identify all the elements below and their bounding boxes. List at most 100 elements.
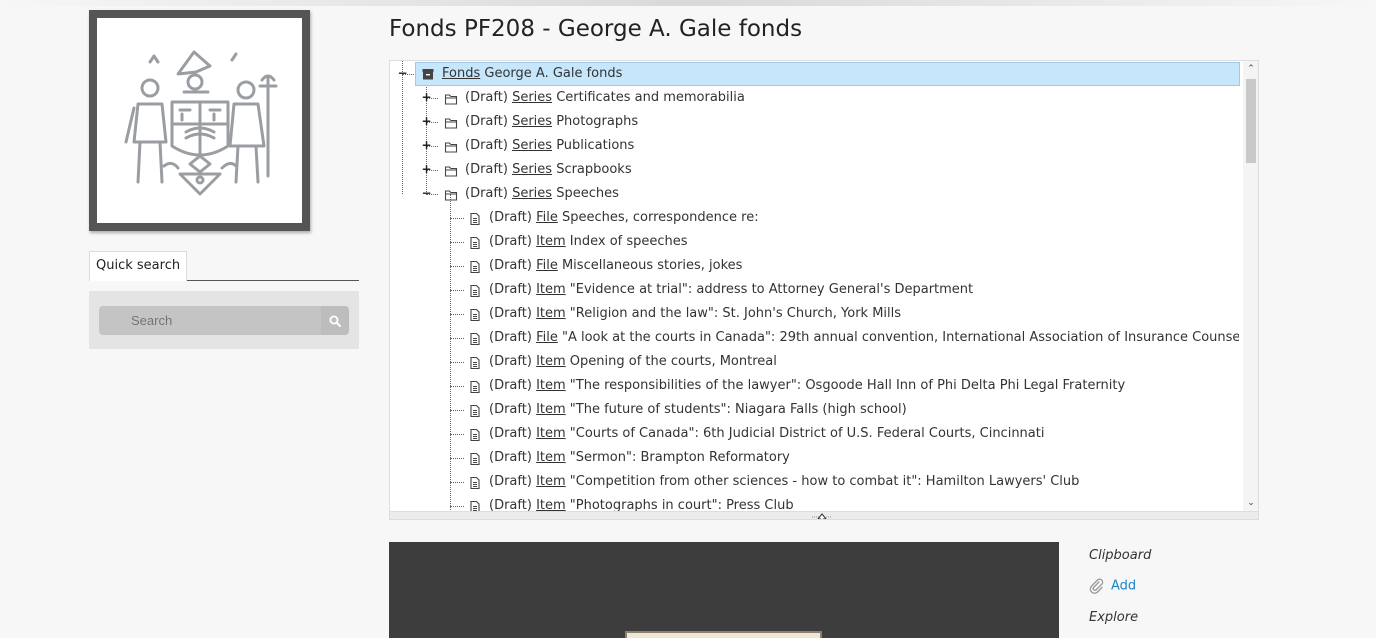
node-status: (Draft) bbox=[489, 330, 532, 345]
node-level-link[interactable]: Item bbox=[536, 426, 566, 441]
tree-node-item[interactable]: (Draft) Item "Evidence at trial": addres… bbox=[489, 278, 973, 302]
institution-logo[interactable] bbox=[89, 10, 310, 231]
node-status: (Draft) bbox=[465, 186, 508, 201]
document-icon bbox=[468, 475, 482, 490]
node-title[interactable]: Miscellaneous stories, jokes bbox=[562, 258, 743, 273]
search-button[interactable] bbox=[321, 306, 349, 335]
tree-node-series[interactable]: (Draft) Series Photographs bbox=[465, 110, 638, 134]
document-icon bbox=[468, 403, 482, 418]
node-level-link[interactable]: Item bbox=[536, 306, 566, 321]
collapse-toggle-icon[interactable]: − bbox=[421, 187, 432, 199]
node-level-link[interactable]: File bbox=[536, 210, 558, 225]
expand-toggle-icon[interactable]: + bbox=[421, 115, 432, 127]
node-title[interactable]: "The future of students": Niagara Falls … bbox=[570, 402, 907, 417]
node-level-link[interactable]: Item bbox=[536, 378, 566, 393]
node-title[interactable]: "Sermon": Brampton Reformatory bbox=[570, 450, 790, 465]
node-level-link[interactable]: Series bbox=[512, 138, 552, 153]
node-level-link[interactable]: Series bbox=[512, 114, 552, 129]
folder-icon bbox=[444, 187, 458, 201]
expand-toggle-icon[interactable]: + bbox=[421, 139, 432, 151]
node-status: (Draft) bbox=[489, 210, 532, 225]
node-status: (Draft) bbox=[489, 282, 532, 297]
tree-connector bbox=[450, 242, 464, 243]
scroll-down-icon[interactable]: ⌄ bbox=[1245, 497, 1257, 509]
tree-node-item[interactable]: (Draft) Item "Competition from other sci… bbox=[489, 470, 1079, 494]
node-title[interactable]: Opening of the courts, Montreal bbox=[570, 354, 777, 369]
node-title[interactable]: Publications bbox=[556, 138, 634, 153]
node-title[interactable]: Scrapbooks bbox=[556, 162, 631, 177]
resize-handle-icon[interactable] bbox=[811, 513, 833, 519]
node-title[interactable]: Speeches, correspondence re: bbox=[562, 210, 759, 225]
node-title[interactable]: "Competition from other sciences - how t… bbox=[570, 474, 1080, 489]
clipboard-add-label[interactable]: Add bbox=[1111, 579, 1136, 594]
expand-toggle-icon[interactable]: + bbox=[421, 163, 432, 175]
node-title[interactable]: George A. Gale fonds bbox=[484, 66, 622, 81]
search-input[interactable] bbox=[99, 306, 321, 335]
node-title[interactable]: "A look at the courts in Canada": 29th a… bbox=[562, 330, 1239, 345]
digital-object-viewer[interactable] bbox=[389, 542, 1059, 638]
node-level-link[interactable]: Item bbox=[536, 450, 566, 465]
node-title[interactable]: "Evidence at trial": address to Attorney… bbox=[570, 282, 973, 297]
node-level-link[interactable]: Fonds bbox=[442, 66, 480, 81]
tree-node-item[interactable]: (Draft) Item "Photographs in court": Pre… bbox=[489, 494, 794, 511]
tab-quick-search[interactable]: Quick search bbox=[89, 251, 188, 281]
folder-icon bbox=[444, 115, 458, 129]
document-icon bbox=[468, 235, 482, 250]
tree-node-item[interactable]: (Draft) Item "The responsibilities of th… bbox=[489, 374, 1125, 398]
tree-node-item[interactable]: (Draft) Item "Religion and the law": St.… bbox=[489, 302, 901, 326]
node-title[interactable]: Index of speeches bbox=[570, 234, 688, 249]
tree-node-item[interactable]: (Draft) Item "Sermon": Brampton Reformat… bbox=[489, 446, 790, 470]
tree-node-item[interactable]: (Draft) Item "The future of students": N… bbox=[489, 398, 907, 422]
node-level-link[interactable]: Series bbox=[512, 186, 552, 201]
node-title[interactable]: "The responsibilities of the lawyer": Os… bbox=[570, 378, 1125, 393]
tree-node-fonds[interactable]: Fonds George A. Gale fonds bbox=[415, 62, 1240, 86]
node-status: (Draft) bbox=[489, 402, 532, 417]
node-status: (Draft) bbox=[489, 426, 532, 441]
scroll-up-icon[interactable]: ⌃ bbox=[1245, 63, 1257, 75]
node-status: (Draft) bbox=[489, 258, 532, 273]
node-level-link[interactable]: Item bbox=[536, 282, 566, 297]
node-title[interactable]: Photographs bbox=[556, 114, 638, 129]
node-title[interactable]: "Photographs in court": Press Club bbox=[570, 498, 794, 511]
digital-object-thumbnail[interactable] bbox=[625, 631, 822, 638]
tree-node-file[interactable]: (Draft) File Speeches, correspondence re… bbox=[489, 206, 759, 230]
tree-node-series[interactable]: (Draft) Series Certificates and memorabi… bbox=[465, 86, 745, 110]
node-status: (Draft) bbox=[489, 474, 532, 489]
node-level-link[interactable]: Item bbox=[536, 498, 566, 511]
explore-heading: Explore bbox=[1089, 610, 1139, 625]
node-title[interactable]: "Courts of Canada": 6th Judicial Distric… bbox=[570, 426, 1045, 441]
search-icon bbox=[329, 315, 341, 327]
node-status: (Draft) bbox=[465, 90, 508, 105]
folder-icon bbox=[444, 139, 458, 153]
node-title[interactable]: "Religion and the law": St. John's Churc… bbox=[570, 306, 901, 321]
tree-node-file[interactable]: (Draft) File Miscellaneous stories, joke… bbox=[489, 254, 742, 278]
paperclip-icon bbox=[1089, 578, 1104, 594]
tree-node-series[interactable]: (Draft) Series Scrapbooks bbox=[465, 158, 632, 182]
node-level-link[interactable]: Item bbox=[536, 354, 566, 369]
node-title[interactable]: Certificates and memorabilia bbox=[556, 90, 745, 105]
folder-icon bbox=[444, 163, 458, 177]
tree-node-series[interactable]: (Draft) Series Speeches bbox=[465, 182, 619, 206]
node-level-link[interactable]: File bbox=[536, 330, 558, 345]
collapse-toggle-icon[interactable]: − bbox=[397, 67, 408, 79]
tree-node-series[interactable]: (Draft) Series Publications bbox=[465, 134, 634, 158]
node-level-link[interactable]: Series bbox=[512, 90, 552, 105]
document-icon bbox=[468, 427, 482, 442]
scrollbar-thumb[interactable] bbox=[1246, 79, 1256, 163]
node-level-link[interactable]: Series bbox=[512, 162, 552, 177]
tree-connector bbox=[450, 386, 464, 387]
document-icon bbox=[468, 379, 482, 394]
tree-node-text: Fonds George A. Gale fonds bbox=[442, 63, 622, 85]
node-title[interactable]: Speeches bbox=[556, 186, 619, 201]
expand-toggle-icon[interactable]: + bbox=[421, 91, 432, 103]
node-level-link[interactable]: Item bbox=[536, 402, 566, 417]
tree-node-item[interactable]: (Draft) Item Opening of the courts, Mont… bbox=[489, 350, 777, 374]
node-level-link[interactable]: Item bbox=[536, 234, 566, 249]
tree-node-item[interactable]: (Draft) Item "Courts of Canada": 6th Jud… bbox=[489, 422, 1044, 446]
node-status: (Draft) bbox=[489, 234, 532, 249]
node-level-link[interactable]: File bbox=[536, 258, 558, 273]
tree-node-file[interactable]: (Draft) File "A look at the courts in Ca… bbox=[489, 326, 1239, 350]
node-level-link[interactable]: Item bbox=[536, 474, 566, 489]
clipboard-add-link[interactable]: Add bbox=[1089, 578, 1136, 594]
tree-node-item[interactable]: (Draft) Item Index of speeches bbox=[489, 230, 688, 254]
